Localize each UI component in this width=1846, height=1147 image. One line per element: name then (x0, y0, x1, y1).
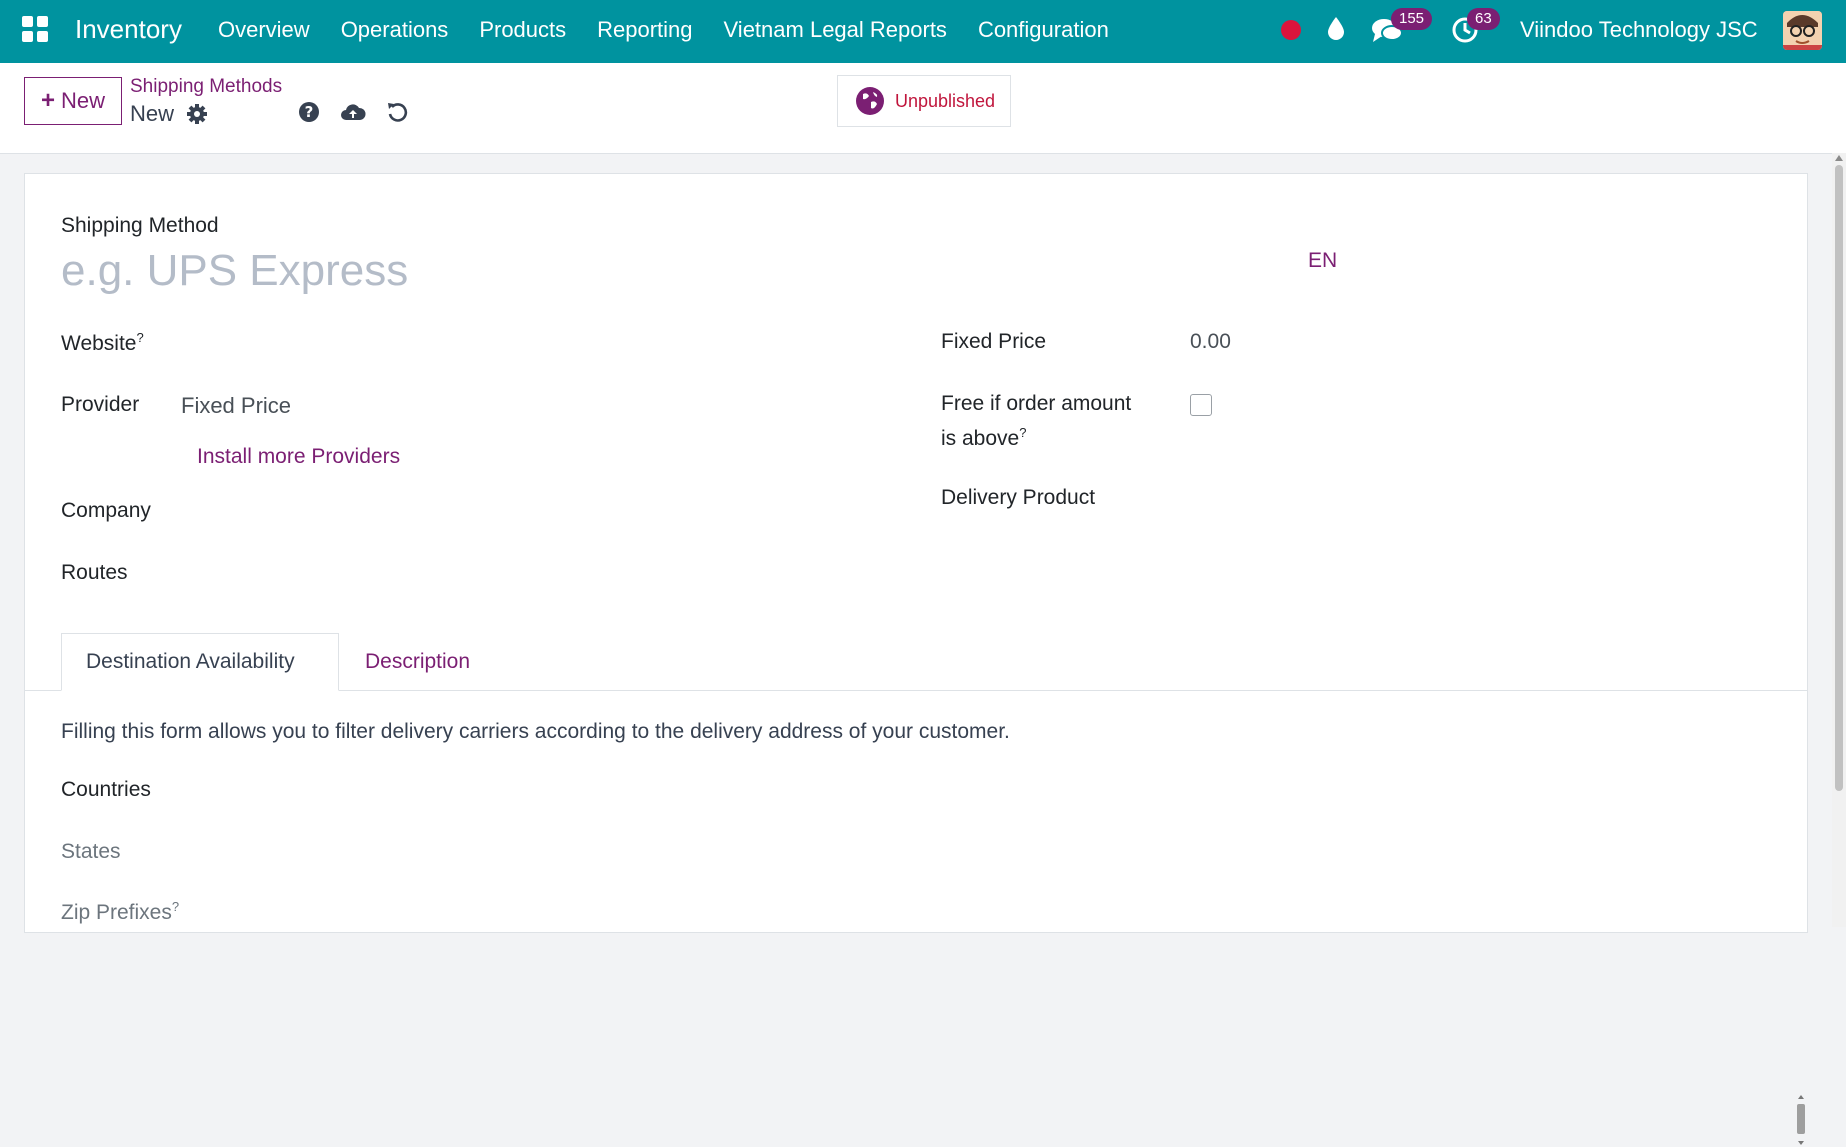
main-menu: Overview Operations Products Reporting V… (218, 17, 1109, 43)
discard-icon[interactable] (386, 101, 408, 123)
breadcrumb-current: New (130, 101, 175, 126)
destination-info-text: Filling this form allows you to filter d… (61, 720, 1010, 743)
language-button[interactable]: EN (1308, 249, 1337, 273)
apps-grid-icon[interactable] (22, 16, 48, 42)
menu-item-configuration[interactable]: Configuration (978, 17, 1109, 43)
menu-item-overview[interactable]: Overview (218, 17, 310, 43)
help-icon[interactable]: ? (298, 101, 320, 123)
shipping-method-label: Shipping Method (61, 214, 219, 237)
countries-label: Countries (61, 778, 151, 801)
shipping-method-name-input[interactable]: e.g. UPS Express (61, 246, 408, 296)
svg-text:?: ? (305, 103, 314, 121)
delivery-product-label: Delivery Product (941, 486, 1096, 509)
install-providers-link[interactable]: Install more Providers (197, 445, 400, 469)
scroll-thumb[interactable] (1835, 165, 1843, 791)
fixed-price-input[interactable]: 0.00 (1190, 330, 1231, 354)
website-label: Website? (61, 330, 144, 355)
notebook-tabs: Destination Availability Description (25, 633, 1807, 1145)
free-over-checkbox[interactable] (1190, 394, 1212, 416)
states-label: States (61, 840, 121, 863)
gear-icon[interactable] (186, 103, 208, 125)
recording-dot-icon[interactable] (1281, 20, 1301, 40)
free-if-label-line2: is above? (941, 425, 1027, 450)
form-sheet: Shipping Method e.g. UPS Express EN Webs… (24, 173, 1808, 1145)
free-if-label: Free if order amount (941, 392, 1132, 415)
fixed-price-label: Fixed Price (941, 330, 1047, 353)
top-navbar: Inventory Overview Operations Products R… (0, 0, 1846, 63)
menu-item-operations[interactable]: Operations (341, 17, 449, 43)
company-label: Company (61, 499, 151, 522)
activities-badge: 63 (1467, 8, 1500, 30)
menu-item-products[interactable]: Products (479, 17, 566, 43)
breadcrumb-shipping-methods[interactable]: Shipping Methods (130, 76, 282, 98)
globe-icon (856, 87, 884, 115)
routes-label: Routes (61, 561, 128, 584)
user-avatar[interactable] (1783, 11, 1822, 50)
app-brand[interactable]: Inventory (75, 14, 182, 45)
company-switcher[interactable]: Viindoo Technology JSC (1520, 17, 1758, 43)
tab-scrollbar[interactable] (1795, 1093, 1807, 1147)
provider-label: Provider (61, 393, 140, 416)
droplet-icon[interactable] (1326, 16, 1346, 42)
tab-description[interactable]: Description (341, 633, 494, 690)
control-panel: + New Shipping Methods New ? Unpublished (0, 63, 1846, 154)
scroll-up-arrow-icon[interactable] (1835, 155, 1843, 161)
zip-prefixes-label: Zip Prefixes? (61, 899, 180, 924)
new-button[interactable]: + New (24, 77, 122, 125)
tab-destination-availability[interactable]: Destination Availability (61, 633, 339, 691)
menu-item-vietnam-legal-reports[interactable]: Vietnam Legal Reports (724, 17, 947, 43)
menu-item-reporting[interactable]: Reporting (597, 17, 692, 43)
cloud-upload-icon[interactable] (340, 101, 366, 123)
publish-toggle-button[interactable]: Unpublished (837, 75, 1011, 127)
provider-select[interactable]: Fixed Price (181, 393, 291, 419)
page-scrollbar[interactable] (1832, 153, 1846, 927)
messages-badge: 155 (1391, 8, 1433, 30)
plus-icon: + (40, 87, 55, 114)
